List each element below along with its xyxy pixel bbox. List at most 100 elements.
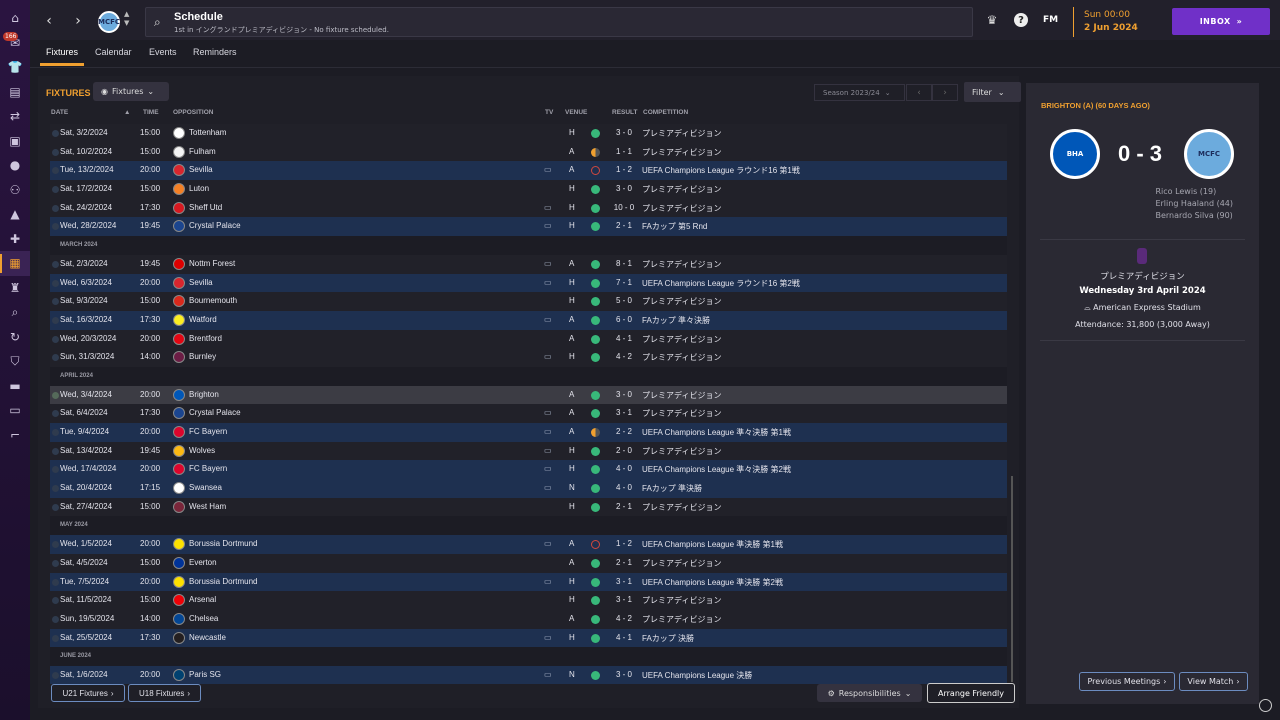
previous-meetings-button[interactable]: Previous Meetings › — [1079, 672, 1175, 691]
forward-arrow-icon[interactable]: › — [68, 11, 88, 31]
scouting-icon[interactable]: ▣ — [0, 129, 30, 154]
date-display[interactable]: Sun 00:00 2 Jun 2024 — [1073, 7, 1173, 37]
tab-events[interactable]: Events — [149, 47, 177, 57]
trophy-icon[interactable]: ♜ — [0, 276, 30, 301]
tab-fixtures[interactable]: Fixtures — [39, 47, 85, 66]
season-label: Season 2023/24 — [823, 88, 880, 97]
search-icon[interactable]: ⌕ — [154, 15, 161, 30]
fixture-row[interactable]: Tue, 9/4/2024 20:00 FC Bayern ▭ A 2 - 2 UEFA C… — [50, 423, 1007, 442]
opponent-crest-icon — [173, 444, 185, 457]
globe-icon[interactable]: ● — [0, 153, 30, 178]
medical-icon[interactable]: ✚ — [0, 227, 30, 252]
responsibilities-label: Responsibilities — [838, 688, 901, 698]
fixture-time: 20:00 — [140, 427, 161, 436]
club-badge-icon[interactable]: MCFC — [98, 11, 120, 33]
fixture-row[interactable]: Sun, 31/3/2024 14:00 Burnley ▭ H 4 - 2 プレミアディビ… — [50, 348, 1007, 367]
opponent-crest-icon — [173, 631, 185, 644]
fixture-row[interactable]: Sat, 6/4/2024 17:30 Crystal Palace ▭ A 3 - 1 プ… — [50, 404, 1007, 423]
fixture-row[interactable]: Wed, 3/4/2024 20:00 Brighton A 3 - 0 プレミアディビジ… — [50, 385, 1007, 405]
refresh-icon[interactable]: ↻ — [0, 325, 30, 350]
fixture-row[interactable]: Tue, 13/2/2024 20:00 Sevilla ▭ A 1 - 2 UEFA Ch… — [50, 161, 1007, 181]
opponent-crest-icon — [173, 500, 185, 513]
fixture-row[interactable]: Sat, 2/3/2024 19:45 Nottm Forest ▭ A 8 - 1 プレミ… — [50, 254, 1007, 274]
man-city-crest-icon[interactable]: MCFC — [1184, 129, 1234, 179]
briefcase-icon[interactable]: ▬ — [0, 374, 30, 399]
u18-fixtures-button[interactable]: U18 Fixtures › — [128, 684, 201, 702]
status-dot — [52, 354, 59, 362]
tv-icon: ▭ — [544, 539, 552, 549]
col-tv[interactable]: TV — [545, 109, 553, 116]
ticket-icon[interactable]: ▭ — [0, 398, 30, 423]
fixture-row[interactable]: Sat, 1/6/2024 20:00 Paris SG ▭ N 3 - 0 UEFA Ch… — [50, 665, 1007, 684]
fixture-row[interactable]: Tue, 7/5/2024 20:00 Borussia Dortmund ▭ H 3 -… — [50, 572, 1007, 592]
fixture-row[interactable]: Sun, 19/5/2024 14:00 Chelsea A 4 - 2 プレミアディビジ… — [50, 609, 1007, 629]
home-icon[interactable]: ⌂ — [0, 6, 30, 31]
fixture-row[interactable]: Sat, 20/4/2024 17:15 Swansea ▭ N 4 - 0 FAカップ 準… — [50, 479, 1007, 498]
filter-button[interactable]: Filter ⌄ — [964, 82, 1021, 102]
fixture-row[interactable]: Sat, 3/2/2024 15:00 Tottenham H 3 - 0 プレミアディビ… — [50, 124, 1007, 143]
col-result[interactable]: RESULT — [612, 109, 638, 116]
premier-league-icon — [1137, 248, 1147, 264]
col-date[interactable]: DATE — [51, 109, 68, 116]
boots-icon[interactable]: ⌐ — [0, 423, 30, 448]
fixture-row[interactable]: Sat, 17/2/2024 15:00 Luton H 3 - 0 プレミアディビジョン — [50, 180, 1007, 199]
clipboard-icon[interactable]: ▤ — [0, 80, 30, 105]
fixture-row[interactable]: Sat, 10/2/2024 15:00 Fulham A 1 - 1 プレミアディビジョ… — [50, 142, 1007, 162]
fixture-row[interactable]: Wed, 1/5/2024 20:00 Borussia Dortmund ▭ A 1 -… — [50, 535, 1007, 554]
prev-season-button[interactable]: ‹ — [906, 84, 932, 101]
schedule-icon[interactable]: ▦ — [0, 251, 30, 276]
competition: プレミアディビジョン — [642, 259, 722, 269]
tab-reminders[interactable]: Reminders — [193, 47, 237, 57]
brighton-crest-icon[interactable]: BHA — [1050, 129, 1100, 179]
page-subtitle: 1st in イングランドプレミアディビジョン - No fixture sch… — [174, 26, 389, 34]
season-selector[interactable]: Season 2023/24 ⌄ — [814, 84, 905, 101]
fixture-row[interactable]: Wed, 17/4/2024 20:00 FC Bayern ▭ H 4 - 0 UEFA … — [50, 460, 1007, 480]
responsibilities-button[interactable]: ⚙ Responsibilities ⌄ — [817, 684, 922, 702]
arrange-friendly-button[interactable]: Arrange Friendly — [927, 683, 1015, 703]
shield-icon[interactable]: ⛉ — [0, 349, 30, 374]
result-indicator-icon — [591, 465, 600, 475]
fixture-row[interactable]: Sat, 16/3/2024 17:30 Watford ▭ A 6 - 0 FAカップ 準… — [50, 310, 1007, 330]
fm-logo[interactable]: FM — [1043, 15, 1058, 25]
fixture-row[interactable]: Wed, 6/3/2024 20:00 Sevilla ▭ H 7 - 1 UEFA Cha… — [50, 273, 1007, 293]
search-icon[interactable]: ⌕ — [0, 300, 30, 325]
view-match-button[interactable]: View Match › — [1179, 672, 1248, 691]
col-venue[interactable]: VENUE — [565, 109, 587, 116]
opponent-crest-icon — [173, 575, 185, 588]
fixture-row[interactable]: Sat, 25/5/2024 17:30 Newcastle ▭ H 4 - 1 FAカップ… — [50, 628, 1007, 648]
u21-fixtures-button[interactable]: U21 Fixtures › — [51, 684, 125, 702]
fixture-row[interactable]: Sat, 24/2/2024 17:30 Sheff Utd ▭ H 10 - 0 プレミア… — [50, 198, 1007, 218]
support-icon[interactable] — [1259, 699, 1272, 712]
help-icon[interactable]: ? — [1014, 13, 1028, 27]
competition: プレミアディビジョン — [642, 334, 722, 344]
col-time[interactable]: TIME — [143, 109, 159, 116]
sort-arrow-icon[interactable]: ▲ — [124, 109, 130, 116]
inbox-icon[interactable]: ✉ 166 — [0, 31, 30, 56]
club-switch-icon[interactable]: ▲ ▼ — [124, 10, 129, 28]
opponent-crest-icon — [173, 257, 185, 270]
staff-icon[interactable]: ⚇ — [0, 178, 30, 203]
fixture-row[interactable]: Wed, 28/2/2024 19:45 Crystal Palace ▭ H 2 - 1… — [50, 217, 1007, 237]
transfer-icon[interactable]: ⇄ — [0, 104, 30, 129]
kit-icon[interactable]: 👕 — [0, 55, 30, 80]
fixture-row[interactable]: Sat, 27/4/2024 15:00 West Ham H 2 - 1 プレミアディビ… — [50, 497, 1007, 517]
fixtures-view-dropdown[interactable]: ◉ Fixtures ⌄ — [93, 82, 169, 101]
col-opposition[interactable]: OPPOSITION — [173, 109, 213, 116]
col-competition[interactable]: COMPETITION — [643, 109, 688, 116]
trophy-alert-icon[interactable]: ♛ — [984, 12, 1000, 28]
training-icon[interactable]: ▲ — [0, 202, 30, 227]
fixture-row[interactable]: Sat, 11/5/2024 15:00 Arsenal H 3 - 1 プレミアディビジ… — [50, 591, 1007, 610]
next-season-button[interactable]: › — [932, 84, 958, 101]
tab-calendar[interactable]: Calendar — [95, 47, 132, 57]
fixture-row[interactable]: Wed, 20/3/2024 20:00 Brentford A 4 - 1 プレミアディ… — [50, 329, 1007, 349]
title-bar[interactable]: ⌕ Schedule 1st in イングランドプレミアディビジョン - No … — [145, 7, 973, 37]
chevron-right-icon: › — [110, 688, 114, 698]
fixture-date: Wed, 3/4/2024 — [60, 389, 112, 399]
fixture-row[interactable]: Sat, 13/4/2024 19:45 Wolves ▭ H 2 - 0 プレミアディビジ… — [50, 441, 1007, 461]
fixture-row[interactable]: Sat, 9/3/2024 15:00 Bournemouth H 5 - 0 プレミアデ… — [50, 292, 1007, 311]
opponent-name: Borussia Dortmund — [189, 539, 258, 549]
inbox-button[interactable]: INBOX » — [1172, 8, 1270, 35]
fixture-row[interactable]: Sat, 4/5/2024 15:00 Everton A 2 - 1 プレミアディビジョ… — [50, 553, 1007, 573]
back-arrow-icon[interactable]: ‹ — [39, 11, 59, 31]
scrollbar[interactable] — [1011, 476, 1013, 682]
